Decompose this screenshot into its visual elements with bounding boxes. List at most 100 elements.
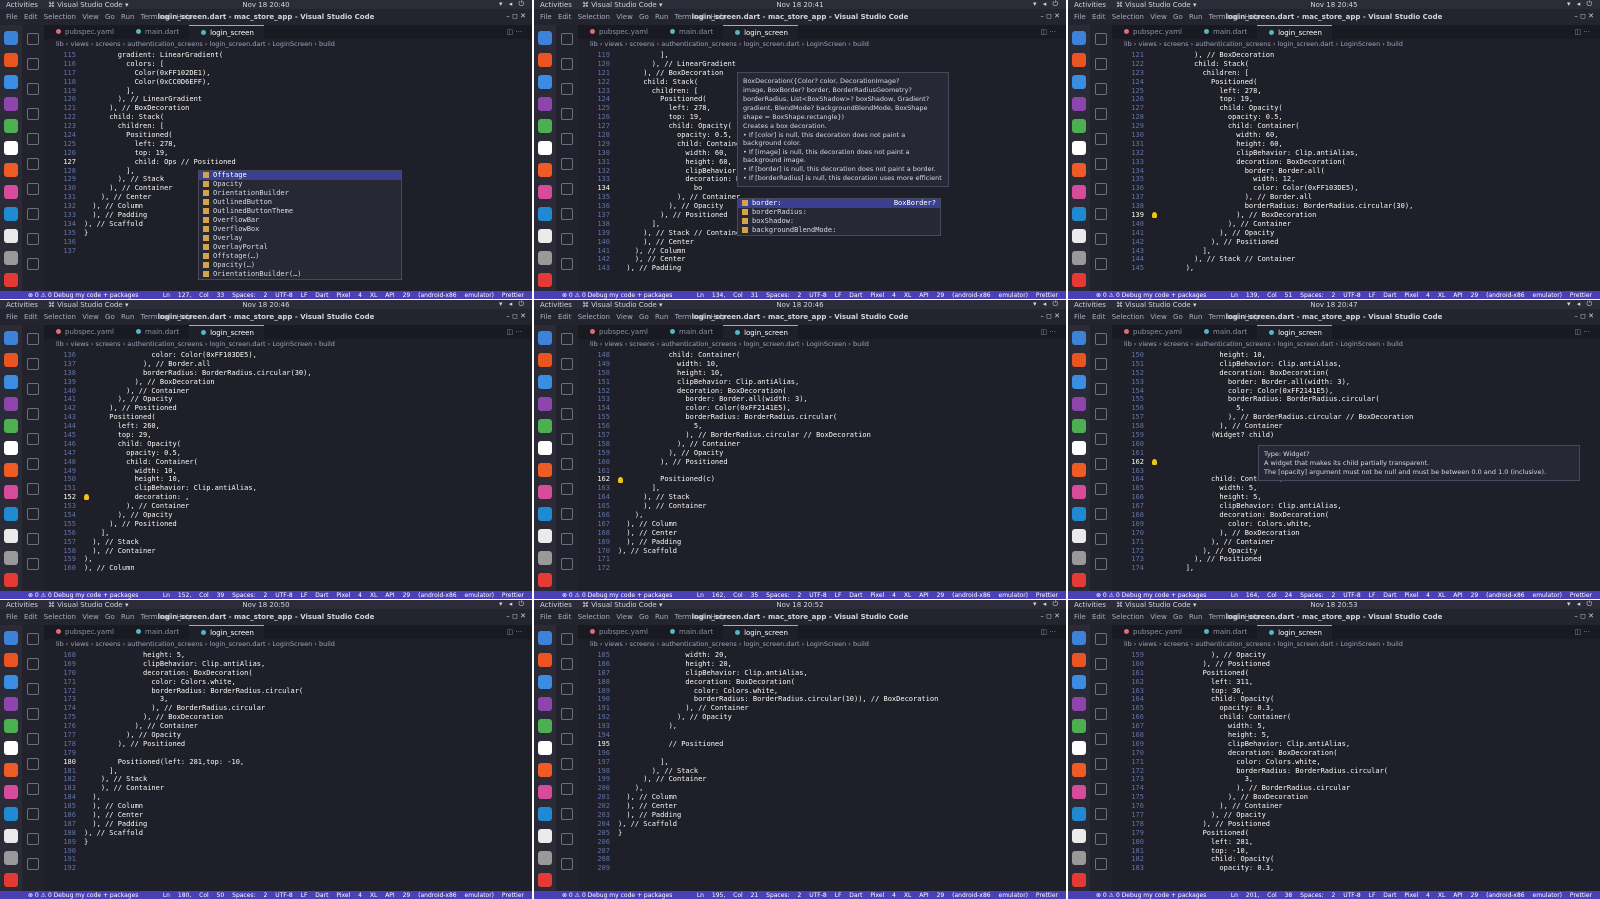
store-icon[interactable] — [1072, 353, 1086, 367]
settings-icon[interactable] — [538, 97, 552, 111]
run-debug-icon[interactable] — [27, 708, 39, 720]
remote-icon[interactable] — [27, 758, 39, 770]
flutter-icon[interactable] — [561, 208, 573, 220]
flutter-icon[interactable] — [1095, 808, 1107, 820]
suggestion-item[interactable]: boxShadow: — [738, 217, 940, 226]
tab-login-screen[interactable]: login_screen — [189, 25, 264, 39]
postman-icon[interactable] — [4, 463, 18, 477]
store-icon[interactable] — [538, 353, 552, 367]
window-controls[interactable]: – ◻ ✕ — [1574, 12, 1594, 20]
tab-main-dart[interactable]: main.dart — [124, 625, 189, 639]
help-icon[interactable] — [4, 75, 18, 89]
editor-actions[interactable]: ◫ ··· — [1040, 328, 1056, 336]
help-icon[interactable] — [538, 75, 552, 89]
help-icon[interactable] — [1072, 675, 1086, 689]
system-tray[interactable]: ▾ ◂ ⏻ — [1033, 0, 1060, 9]
explorer-icon[interactable] — [1095, 33, 1107, 45]
code-editor[interactable]: 168 height: 5, 169 clipBehavior: Clip.ant… — [44, 651, 532, 891]
editor-icon[interactable] — [1072, 229, 1086, 243]
remote-icon[interactable] — [1095, 758, 1107, 770]
help-icon[interactable] — [538, 675, 552, 689]
files-icon[interactable] — [1072, 331, 1086, 345]
source-control-icon[interactable] — [561, 83, 573, 95]
breadcrumb[interactable]: lib › views › screens › authentication_s… — [578, 39, 1066, 50]
chrome-icon[interactable] — [4, 119, 18, 133]
lightbulb-icon[interactable] — [618, 476, 623, 483]
vscode-icon[interactable] — [1072, 507, 1086, 521]
tab-main-dart[interactable]: main.dart — [124, 25, 189, 39]
explorer-icon[interactable] — [27, 633, 39, 645]
status-right[interactable]: Ln 201, Col 38 Spaces: 2 UTF-8 LF Dart P… — [1231, 892, 1592, 899]
gear-icon[interactable] — [1095, 558, 1107, 570]
vscode-icon[interactable] — [4, 207, 18, 221]
explorer-icon[interactable] — [27, 333, 39, 345]
suggestion-item[interactable]: borderRadius: — [738, 208, 940, 217]
account-icon[interactable] — [561, 533, 573, 545]
record-icon[interactable] — [1072, 873, 1086, 887]
activities-button[interactable]: Activities — [540, 301, 572, 309]
status-left[interactable]: ⊗ 0 ⚠ 0 Debug my code + packages — [1096, 592, 1206, 599]
tab-pubspec-yaml[interactable]: pubspec.yaml — [44, 25, 124, 39]
gear-icon[interactable] — [561, 558, 573, 570]
search-icon[interactable] — [1072, 551, 1086, 565]
account-icon[interactable] — [561, 833, 573, 845]
source-control-icon[interactable] — [27, 683, 39, 695]
tab-login-screen[interactable]: login_screen — [723, 625, 798, 639]
system-tray[interactable]: ▾ ◂ ⏻ — [1033, 600, 1060, 609]
system-tray[interactable]: ▾ ◂ ⏻ — [1033, 300, 1060, 309]
record-icon[interactable] — [1072, 573, 1086, 587]
postman-icon[interactable] — [4, 163, 18, 177]
breadcrumb[interactable]: lib › views › screens › authentication_s… — [1112, 39, 1600, 50]
explorer-icon[interactable] — [27, 33, 39, 45]
editor-icon[interactable] — [4, 229, 18, 243]
status-right[interactable]: Ln 162, Col 35 Spaces: 2 UTF-8 LF Dart P… — [697, 592, 1058, 599]
search-icon[interactable] — [1072, 851, 1086, 865]
github-icon[interactable] — [1072, 141, 1086, 155]
app-menu[interactable]: ⌘ Visual Studio Code ▾ — [1116, 601, 1197, 609]
window-controls[interactable]: – ◻ ✕ — [506, 12, 526, 20]
editor-actions[interactable]: ◫ ··· — [1040, 28, 1056, 36]
activities-button[interactable]: Activities — [540, 1, 572, 9]
files-icon[interactable] — [538, 31, 552, 45]
account-icon[interactable] — [27, 833, 39, 845]
status-left[interactable]: ⊗ 0 ⚠ 0 Debug my code + packages — [28, 892, 138, 899]
store-icon[interactable] — [1072, 653, 1086, 667]
suggestion-item[interactable]: backgroundBlendMode: — [738, 226, 940, 235]
settings-icon[interactable] — [4, 397, 18, 411]
search-icon[interactable] — [27, 58, 39, 70]
suggestion-item[interactable]: OrientationBuilder(…) — [199, 270, 401, 279]
tab-pubspec-yaml[interactable]: pubspec.yaml — [578, 25, 658, 39]
extensions-icon[interactable] — [561, 433, 573, 445]
testing-icon[interactable] — [27, 783, 39, 795]
run-debug-icon[interactable] — [1095, 108, 1107, 120]
tab-main-dart[interactable]: main.dart — [1192, 325, 1257, 339]
postman-icon[interactable] — [538, 763, 552, 777]
github-icon[interactable] — [1072, 441, 1086, 455]
search-icon[interactable] — [538, 251, 552, 265]
chrome-icon[interactable] — [538, 119, 552, 133]
tab-pubspec-yaml[interactable]: pubspec.yaml — [578, 625, 658, 639]
store-icon[interactable] — [4, 53, 18, 67]
account-icon[interactable] — [1095, 233, 1107, 245]
emulator-icon[interactable] — [4, 485, 18, 499]
settings-icon[interactable] — [1072, 697, 1086, 711]
source-control-icon[interactable] — [1095, 383, 1107, 395]
tab-main-dart[interactable]: main.dart — [658, 325, 723, 339]
explorer-icon[interactable] — [561, 33, 573, 45]
breadcrumb[interactable]: lib › views › screens › authentication_s… — [1112, 639, 1600, 650]
vscode-icon[interactable] — [538, 207, 552, 221]
tab-pubspec-yaml[interactable]: pubspec.yaml — [44, 325, 124, 339]
gear-icon[interactable] — [27, 858, 39, 870]
app-menu[interactable]: ⌘ Visual Studio Code ▾ — [48, 301, 129, 309]
help-icon[interactable] — [4, 675, 18, 689]
store-icon[interactable] — [538, 653, 552, 667]
account-icon[interactable] — [561, 233, 573, 245]
postman-icon[interactable] — [1072, 763, 1086, 777]
remote-icon[interactable] — [1095, 158, 1107, 170]
help-icon[interactable] — [1072, 75, 1086, 89]
source-control-icon[interactable] — [561, 383, 573, 395]
source-control-icon[interactable] — [1095, 83, 1107, 95]
extensions-icon[interactable] — [561, 133, 573, 145]
emulator-icon[interactable] — [4, 185, 18, 199]
flutter-icon[interactable] — [27, 808, 39, 820]
